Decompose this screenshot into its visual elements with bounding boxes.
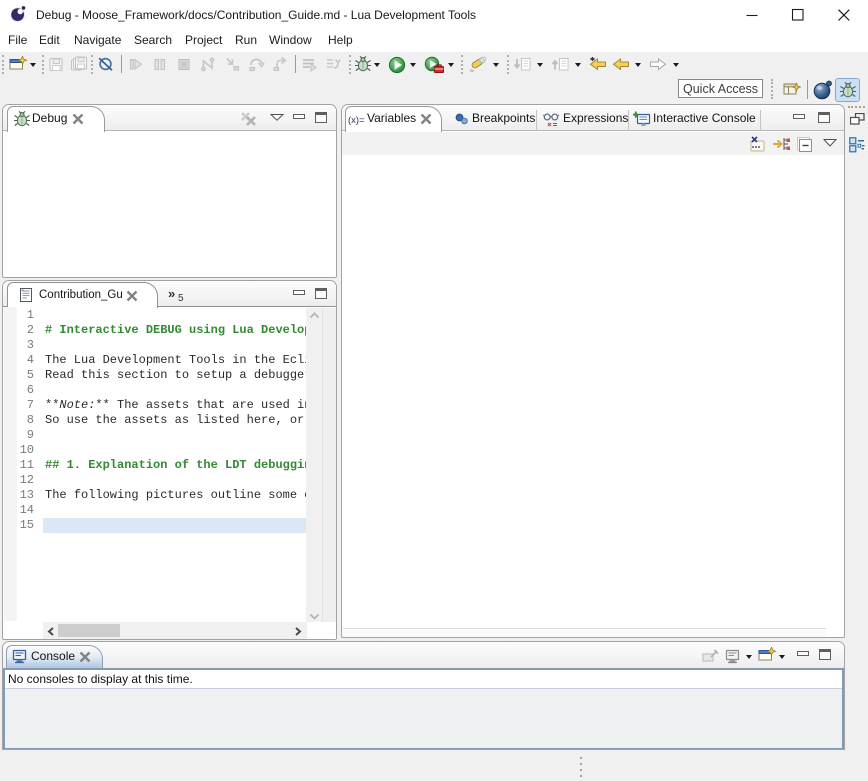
svg-text:(x)=: (x)= (348, 115, 365, 125)
